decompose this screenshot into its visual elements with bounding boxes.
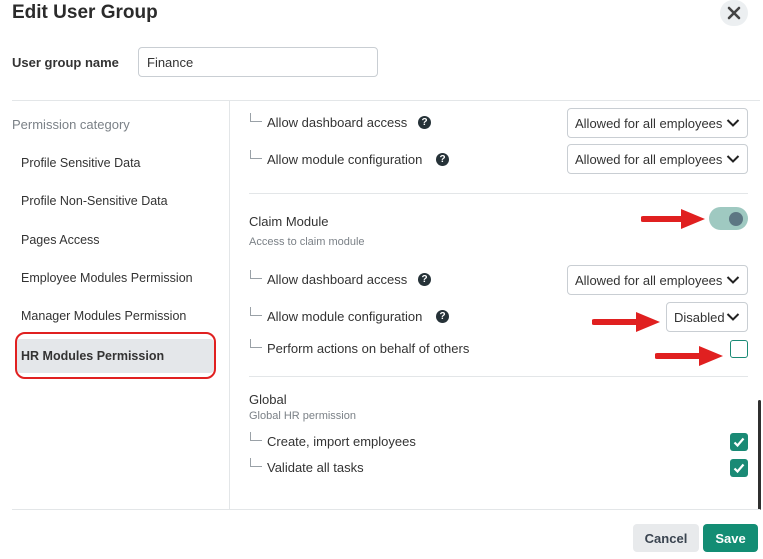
annotation-arrow — [641, 209, 705, 229]
claim-module-config-select[interactable]: Disabled — [666, 302, 748, 332]
section-divider — [249, 376, 748, 377]
divider-top — [12, 100, 760, 101]
permission-label: Perform actions on behalf of others — [267, 341, 470, 356]
checkmark-icon — [733, 463, 745, 474]
help-icon[interactable]: ? — [436, 310, 449, 323]
claim-dashboard-access-select[interactable]: Allowed for all employees — [567, 265, 748, 295]
claim-module-subtitle: Access to claim module — [249, 236, 365, 248]
tree-connector — [250, 307, 262, 316]
tree-connector — [250, 432, 262, 441]
category-item-profile-non-sensitive[interactable]: Profile Non-Sensitive Data — [21, 194, 168, 208]
category-item-pages-access[interactable]: Pages Access — [21, 233, 100, 247]
permission-label: Validate all tasks — [267, 460, 364, 475]
chevron-down-icon — [726, 119, 740, 127]
global-subtitle: Global HR permission — [249, 410, 356, 422]
select-value: Disabled — [674, 309, 725, 325]
claim-module-toggle[interactable] — [709, 207, 748, 230]
help-icon[interactable]: ? — [436, 153, 449, 166]
close-button[interactable] — [720, 0, 748, 26]
category-item-manager-modules[interactable]: Manager Modules Permission — [21, 309, 186, 323]
permission-label: Allow module configuration — [267, 309, 423, 324]
category-item-profile-sensitive[interactable]: Profile Sensitive Data — [21, 156, 141, 170]
toggle-knob — [729, 212, 743, 226]
dialog-title: Edit User Group — [12, 2, 158, 23]
select-value: Allowed for all employees — [575, 272, 723, 288]
category-item-hr-modules[interactable]: HR Modules Permission — [16, 339, 214, 373]
permission-label: Allow dashboard access — [267, 272, 408, 287]
chevron-down-icon — [726, 155, 740, 163]
tree-connector — [250, 270, 262, 279]
act-on-behalf-checkbox[interactable] — [730, 340, 748, 358]
tree-connector — [250, 458, 262, 467]
permission-label: Create, import employees — [267, 434, 416, 449]
chevron-down-icon — [726, 313, 740, 321]
cancel-button[interactable]: Cancel — [633, 524, 699, 552]
annotation-arrow — [655, 346, 723, 366]
validate-tasks-checkbox[interactable] — [730, 459, 748, 477]
permission-label: Allow dashboard access — [267, 115, 408, 130]
group-name-label: User group name — [12, 55, 119, 70]
tree-connector — [250, 150, 262, 159]
claim-module-title: Claim Module — [249, 214, 329, 229]
save-button[interactable]: Save — [703, 524, 758, 552]
select-value: Allowed for all employees — [575, 151, 723, 167]
panel-separator — [229, 100, 230, 510]
select-value: Allowed for all employees — [575, 115, 723, 131]
category-item-employee-modules[interactable]: Employee Modules Permission — [21, 271, 193, 285]
help-icon[interactable]: ? — [418, 273, 431, 286]
close-icon — [727, 6, 741, 20]
checkmark-icon — [733, 437, 745, 448]
group-name-input[interactable] — [138, 47, 378, 77]
category-header: Permission category — [12, 117, 130, 132]
scrollbar[interactable] — [758, 400, 761, 510]
chevron-down-icon — [726, 276, 740, 284]
divider-bottom — [12, 509, 760, 510]
annotation-arrow — [592, 312, 660, 332]
permission-label: Allow module configuration — [267, 152, 423, 167]
global-title: Global — [249, 392, 287, 407]
dashboard-access-select[interactable]: Allowed for all employees — [567, 108, 748, 138]
tree-connector — [250, 339, 262, 348]
create-import-checkbox[interactable] — [730, 433, 748, 451]
section-divider — [249, 193, 748, 194]
tree-connector — [250, 113, 262, 122]
module-config-select[interactable]: Allowed for all employees — [567, 144, 748, 174]
help-icon[interactable]: ? — [418, 116, 431, 129]
